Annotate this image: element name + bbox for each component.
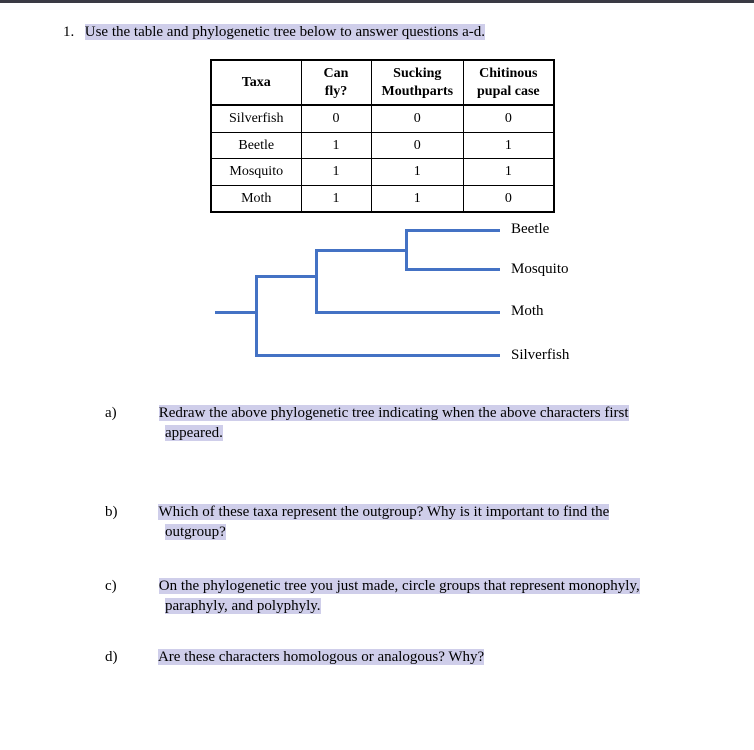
tree-tip-moth: Moth xyxy=(511,303,544,320)
col-mouth-line1: Sucking xyxy=(393,66,441,81)
cell-taxa: Moth xyxy=(211,185,301,212)
cell-fly: 0 xyxy=(301,105,371,132)
subq-b-text-line2: outgroup? xyxy=(165,524,226,540)
cell-fly: 1 xyxy=(301,185,371,212)
table-row: Silverfish 0 0 0 xyxy=(211,105,554,132)
table-row: Mosquito 1 1 1 xyxy=(211,159,554,186)
cell-taxa: Beetle xyxy=(211,132,301,159)
subquestion-d: d) Are these characters homologous or an… xyxy=(135,647,694,667)
cell-pupal: 0 xyxy=(464,105,554,132)
cell-mouth: 1 xyxy=(371,159,464,186)
subq-c-label: c) xyxy=(135,576,155,596)
col-mouth: Sucking Mouthparts xyxy=(371,60,464,105)
tree-branch xyxy=(255,275,258,357)
subquestion-a: a) Redraw the above phylogenetic tree in… xyxy=(135,403,694,444)
table-header-row: Taxa Can fly? Sucking Mouthparts Chitinou… xyxy=(211,60,554,105)
subq-b-label: b) xyxy=(135,502,155,522)
window-top-border xyxy=(0,0,754,3)
tree-branch xyxy=(315,249,318,314)
col-pupal-line1: Chitinous xyxy=(479,66,537,81)
tree-branch xyxy=(405,268,500,271)
tree-branch xyxy=(255,354,500,357)
cell-taxa: Silverfish xyxy=(211,105,301,132)
tree-branch xyxy=(405,229,408,271)
cell-pupal: 1 xyxy=(464,159,554,186)
subq-d-label: d) xyxy=(135,647,155,667)
table-row: Moth 1 1 0 xyxy=(211,185,554,212)
cell-fly: 1 xyxy=(301,132,371,159)
tree-tip-beetle: Beetle xyxy=(511,221,549,238)
cell-mouth: 0 xyxy=(371,132,464,159)
col-pupal: Chitinous pupal case xyxy=(464,60,554,105)
col-mouth-line2: Mouthparts xyxy=(382,84,454,99)
tree-branch xyxy=(315,311,500,314)
subq-a-label: a) xyxy=(135,403,155,423)
tree-branch xyxy=(215,311,255,314)
tree-branch xyxy=(405,229,500,232)
cell-pupal: 0 xyxy=(464,185,554,212)
col-fly: Can fly? xyxy=(301,60,371,105)
col-taxa: Taxa xyxy=(211,60,301,105)
table-row: Beetle 1 0 1 xyxy=(211,132,554,159)
tree-tip-silverfish: Silverfish xyxy=(511,347,569,364)
subq-a-text-line1: Redraw the above phylogenetic tree indic… xyxy=(159,405,629,421)
question-number: 1. xyxy=(63,24,81,41)
tree-branch xyxy=(255,275,315,278)
tree-tip-mosquito: Mosquito xyxy=(511,261,569,278)
cell-fly: 1 xyxy=(301,159,371,186)
cell-mouth: 0 xyxy=(371,105,464,132)
character-table: Taxa Can fly? Sucking Mouthparts Chitinou… xyxy=(210,59,555,213)
subq-a-text-line2: appeared. xyxy=(165,425,223,441)
subq-d-text: Are these characters homologous or analo… xyxy=(158,649,484,665)
phylogenetic-tree: Beetle Mosquito Moth Silverfish xyxy=(215,229,635,369)
question-intro-line: 1. Use the table and phylogenetic tree b… xyxy=(85,24,694,41)
character-table-wrap: Taxa Can fly? Sucking Mouthparts Chitinou… xyxy=(210,59,694,213)
subq-b-text-line1: Which of these taxa represent the outgro… xyxy=(158,504,609,520)
subq-c-text-line2: paraphyly, and polyphyly. xyxy=(165,598,321,614)
subq-c-text-line1: On the phylogenetic tree you just made, … xyxy=(159,578,640,594)
cell-taxa: Mosquito xyxy=(211,159,301,186)
question-intro-text: Use the table and phylogenetic tree belo… xyxy=(85,24,485,40)
cell-pupal: 1 xyxy=(464,132,554,159)
subquestion-b: b) Which of these taxa represent the out… xyxy=(135,502,694,543)
tree-branch xyxy=(315,249,405,252)
cell-mouth: 1 xyxy=(371,185,464,212)
subquestion-c: c) On the phylogenetic tree you just mad… xyxy=(135,576,694,617)
page-content: 1. Use the table and phylogenetic tree b… xyxy=(0,6,754,667)
col-pupal-line2: pupal case xyxy=(477,84,540,99)
